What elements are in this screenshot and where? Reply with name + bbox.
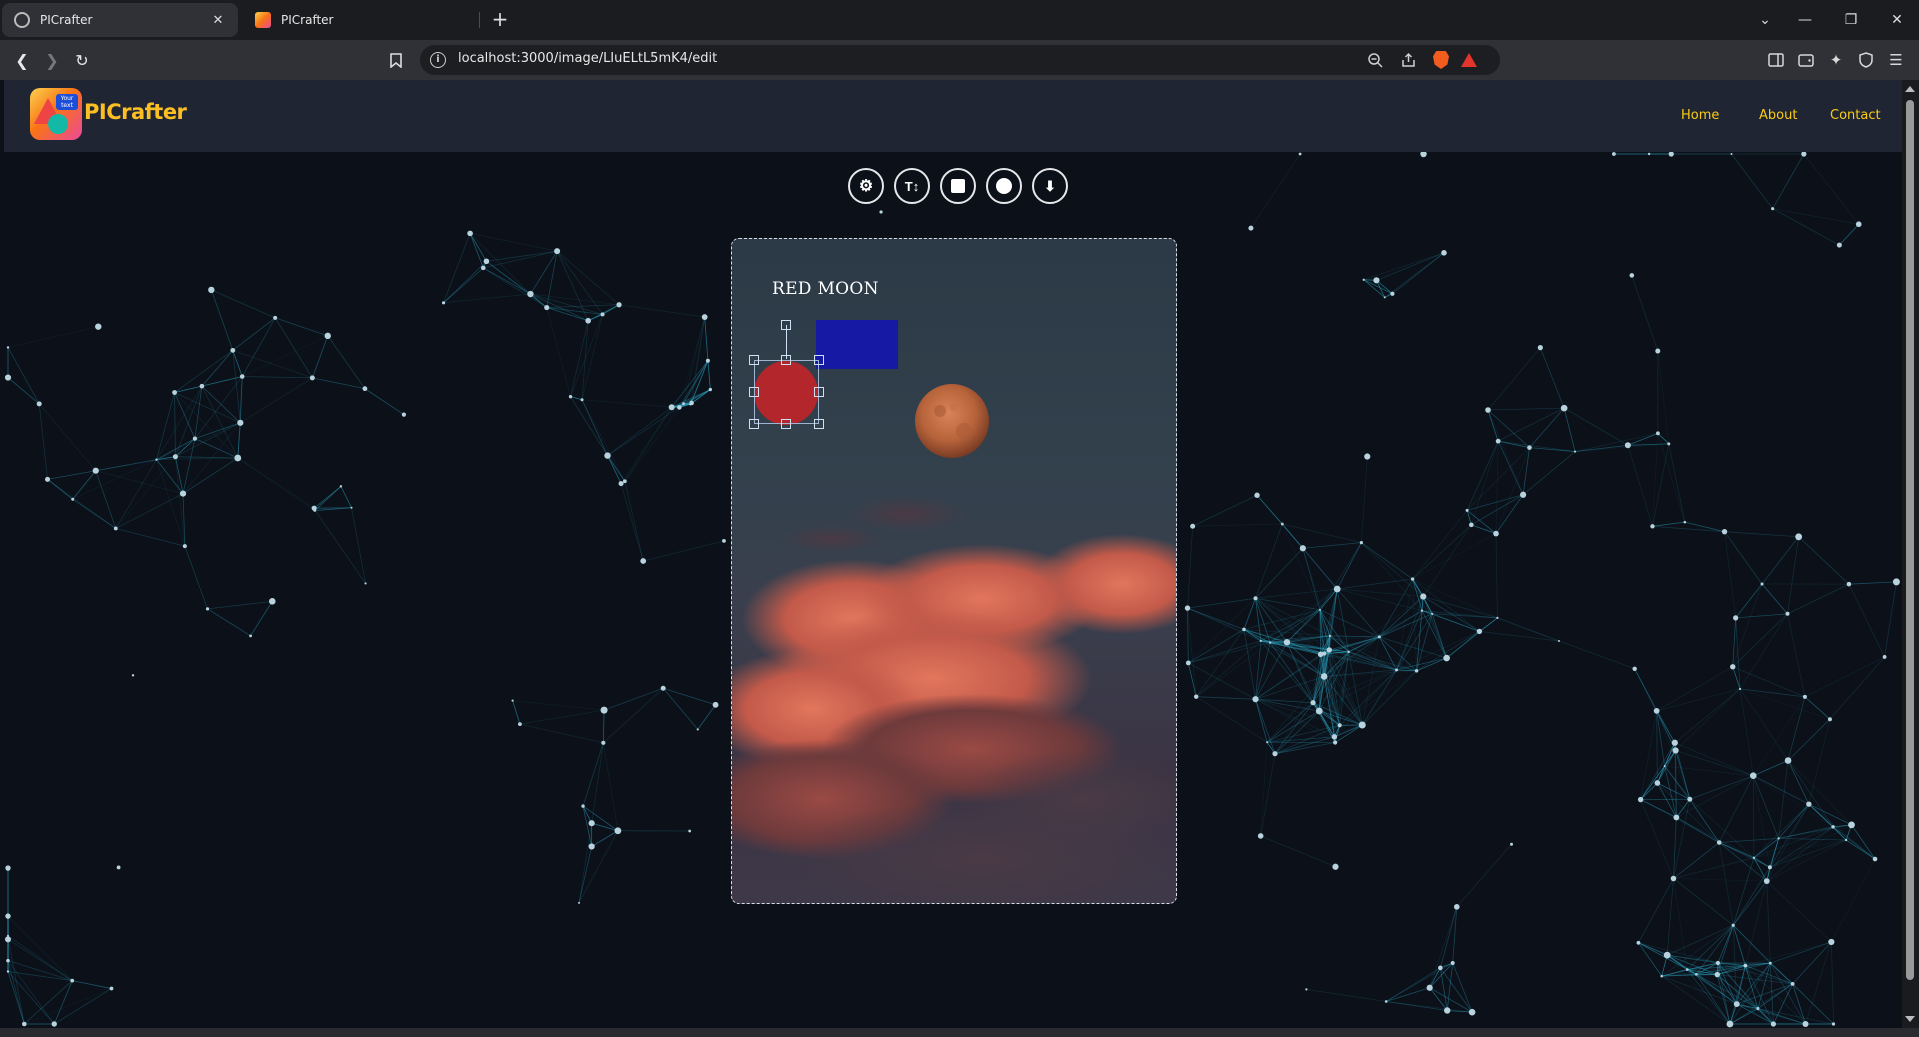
page-scrollbar[interactable] — [1902, 80, 1919, 1028]
address-bar[interactable]: i localhost:3000/image/LIuELtL5mK4/edit — [420, 45, 1500, 75]
moon-graphic — [915, 384, 989, 458]
site-info-icon[interactable]: i — [430, 52, 446, 68]
nav-link-home[interactable]: Home — [1681, 108, 1719, 123]
window-bottom-edge — [0, 1028, 1919, 1037]
page-viewport: Your text PICrafter Home About Contact ⚙… — [4, 80, 1902, 1028]
settings-button[interactable]: ⚙ — [848, 168, 884, 204]
canvas-text-layer[interactable]: RED MOON — [772, 279, 879, 299]
picrafter-favicon-icon — [255, 12, 271, 28]
resize-handle-bottom[interactable] — [781, 419, 791, 429]
reload-icon[interactable]: ↻ — [70, 48, 94, 72]
download-button[interactable]: ⬇ — [1032, 168, 1068, 204]
close-window-icon[interactable]: ✕ — [1874, 0, 1919, 40]
site-navbar: Your text PICrafter Home About Contact — [4, 80, 1902, 152]
download-icon: ⬇ — [1044, 177, 1056, 194]
resize-handle-top-left[interactable] — [749, 355, 759, 365]
share-icon[interactable] — [1400, 51, 1418, 69]
scrollbar-thumb[interactable] — [1906, 100, 1914, 980]
image-canvas[interactable]: RED MOON — [731, 238, 1177, 904]
sky-clouds-image — [732, 384, 1176, 903]
sidebar-toggle-icon[interactable] — [1766, 50, 1786, 70]
browser-tab-strip: PICrafter ✕ PICrafter + ⌄ — ❐ ✕ — [0, 0, 1919, 40]
canvas-rectangle-layer[interactable] — [816, 320, 898, 369]
browser-tab-inactive[interactable]: PICrafter — [243, 3, 479, 37]
resize-handle-bottom-right[interactable] — [814, 419, 824, 429]
resize-handle-top-right[interactable] — [814, 355, 824, 365]
menu-icon[interactable]: ☰ — [1886, 50, 1906, 70]
url-text: localhost:3000/image/LIuELtL5mK4/edit — [458, 51, 718, 66]
selection-box — [754, 360, 819, 424]
resize-handle-bottom-left[interactable] — [749, 419, 759, 429]
tab-divider — [479, 12, 480, 28]
logo-bubble-text: Your text — [56, 94, 78, 110]
brave-rewards-icon[interactable] — [1460, 51, 1478, 69]
resize-handle-top[interactable] — [781, 355, 791, 365]
minimize-window-icon[interactable]: — — [1782, 0, 1828, 40]
resize-handle-left[interactable] — [749, 387, 759, 397]
globe-icon — [14, 12, 30, 28]
leo-ai-icon[interactable]: ✦ — [1826, 50, 1846, 70]
tab-title: PICrafter — [281, 13, 334, 27]
add-circle-button[interactable] — [986, 168, 1022, 204]
editor-toolbar: ⚙ T↕ ⬇ — [848, 168, 1068, 206]
new-tab-button[interactable]: + — [488, 8, 512, 32]
text-size-icon: T↕ — [904, 178, 920, 194]
tab-title: PICrafter — [40, 13, 93, 27]
back-icon[interactable]: ❮ — [10, 48, 34, 72]
square-icon — [951, 179, 965, 193]
forward-icon[interactable]: ❯ — [40, 48, 64, 72]
nav-link-about[interactable]: About — [1759, 108, 1797, 123]
nav-link-contact[interactable]: Contact — [1830, 108, 1881, 123]
wallet-icon[interactable] — [1796, 50, 1816, 70]
brand-name[interactable]: PICrafter — [84, 100, 187, 124]
restore-window-icon[interactable]: ❐ — [1828, 0, 1874, 40]
brave-shields-icon[interactable] — [1432, 51, 1450, 69]
scroll-down-icon[interactable] — [1905, 1016, 1915, 1022]
circle-icon — [996, 178, 1012, 194]
vpn-shield-icon[interactable] — [1856, 50, 1876, 70]
add-text-button[interactable]: T↕ — [894, 168, 930, 204]
browser-tab-active[interactable]: PICrafter ✕ — [2, 3, 238, 37]
add-rectangle-button[interactable] — [940, 168, 976, 204]
scroll-up-icon[interactable] — [1905, 86, 1915, 92]
close-tab-icon[interactable]: ✕ — [210, 12, 226, 28]
resize-handle-right[interactable] — [814, 387, 824, 397]
bookmark-icon[interactable] — [384, 48, 408, 72]
rotation-handle-line — [786, 325, 787, 359]
browser-toolbar: ❮ ❯ ↻ i localhost:3000/image/LIuELtL5mK4… — [0, 40, 1919, 80]
gear-icon: ⚙ — [858, 178, 874, 195]
rotate-handle[interactable] — [781, 320, 791, 330]
picrafter-logo[interactable]: Your text — [30, 88, 82, 140]
zoom-icon[interactable] — [1366, 51, 1384, 69]
